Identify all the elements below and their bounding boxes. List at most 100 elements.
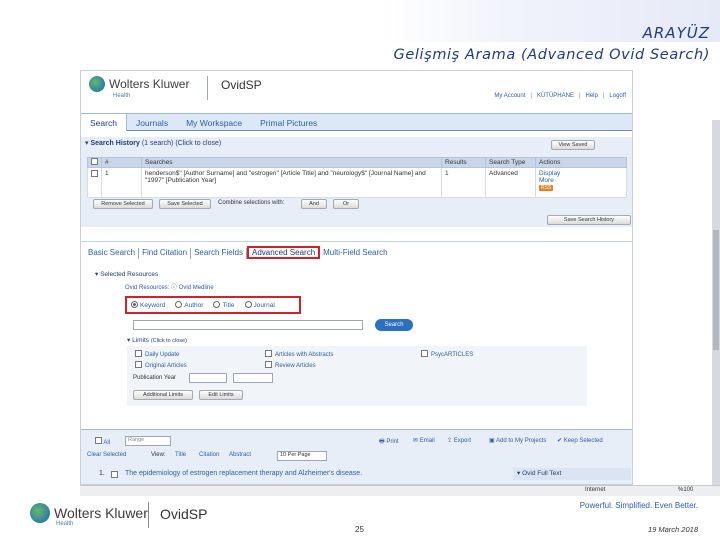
view-saved-button[interactable]: View Saved [551, 140, 595, 150]
tagline: Powerful. Simplified. Even Better. [579, 501, 698, 510]
radio-icon [175, 301, 183, 308]
and-button[interactable]: And [301, 199, 327, 209]
history-toggle[interactable]: (Click to close) [175, 140, 221, 147]
checkbox [95, 437, 102, 444]
ovid-screenshot: Wolters Kluwer Health OvidSP My Account |… [80, 70, 633, 485]
tab-basic-search[interactable]: Basic Search [85, 248, 140, 259]
checkbox [265, 350, 272, 357]
main-tabs: Search Journals My Workspace Primal Pict… [81, 113, 632, 131]
select-all-results[interactable]: All [95, 437, 110, 446]
zoom-label[interactable]: %100 [678, 487, 693, 493]
limit-psycarticles[interactable]: PsycARTICLES [421, 350, 473, 358]
limit-abstracts[interactable]: Articles with Abstracts [265, 350, 333, 358]
search-button[interactable]: Search [375, 319, 413, 331]
projects-icon: ▣ [489, 438, 495, 444]
pub-year-to-select[interactable] [233, 373, 273, 383]
export-button[interactable]: ⇪ Export [447, 437, 471, 444]
checkbox [135, 361, 142, 368]
per-page-select[interactable]: 10 Per Page [277, 451, 327, 461]
link-my-account[interactable]: My Account [494, 93, 525, 99]
save-history-button[interactable]: Save Search History [547, 215, 631, 225]
additional-limits-button[interactable]: Additional Limits [133, 390, 193, 400]
resources-label: Ovid Resources: [125, 285, 170, 291]
option-author[interactable]: Author [175, 301, 203, 309]
selected-resources-heading[interactable]: ▾ Selected Resources [95, 270, 158, 278]
row-checkbox[interactable] [91, 170, 98, 177]
tab-my-workspace[interactable]: My Workspace [177, 114, 251, 131]
query-input[interactable] [133, 320, 363, 330]
top-links: My Account | KÜTÜPHANE | Help | Logoff [494, 93, 626, 99]
scrollbar[interactable] [712, 120, 720, 500]
or-button[interactable]: Or [333, 199, 359, 209]
tab-journals[interactable]: Journals [127, 114, 177, 131]
search-history-panel: ▾ Search History (1 search) (Click to cl… [81, 137, 632, 227]
radio-icon [213, 301, 221, 308]
tab-search-fields[interactable]: Search Fields [191, 248, 247, 259]
database-name[interactable]: Ovid Medline [179, 285, 214, 291]
globe-icon [30, 503, 50, 523]
brand-logo[interactable]: Wolters Kluwer [89, 76, 189, 92]
limits-heading[interactable]: ▾ Limits (Click to close) [127, 336, 187, 344]
full-text-link[interactable]: ▾ Ovid Full Text [513, 468, 631, 480]
view-citation[interactable]: Citation [199, 452, 219, 458]
row-type: Advanced [485, 167, 536, 198]
keep-selected-button[interactable]: ✔ Keep Selected [557, 437, 603, 444]
result-title[interactable]: The epidemiology of estrogen replacement… [125, 470, 362, 477]
checkbox [265, 361, 272, 368]
tab-advanced-search[interactable]: Advanced Search [246, 246, 321, 259]
result-checkbox[interactable] [111, 471, 118, 478]
edit-limits-button[interactable]: Edit Limits [199, 390, 243, 400]
limits-box: Daily Update Articles with Abstracts Psy… [127, 346, 587, 406]
tab-find-citation[interactable]: Find Citation [139, 248, 192, 259]
email-button[interactable]: ✉ Email [413, 437, 435, 444]
limit-review[interactable]: Review Articles [265, 361, 316, 369]
link-help[interactable]: Help [586, 93, 598, 99]
option-keyword[interactable]: Keyword [131, 301, 165, 309]
keep-icon: ✔ [557, 438, 563, 444]
range-input[interactable]: Range [125, 436, 171, 446]
view-abstract[interactable]: Abstract [229, 452, 251, 458]
row-actions: Display More RSS [535, 167, 627, 198]
ovid-resources: Ovid Resources: ⓘ Ovid Medline [125, 282, 214, 291]
email-icon: ✉ [413, 438, 419, 444]
link-logoff[interactable]: Logoff [609, 93, 626, 99]
page-number: 25 [355, 525, 364, 534]
ovid-header: Wolters Kluwer Health OvidSP My Account |… [81, 71, 632, 105]
table-row: 1 henderson$" [Author Surname] and "estr… [87, 167, 627, 198]
zone-label: Internet [585, 487, 606, 493]
row-results: 1 [441, 167, 486, 198]
link-library[interactable]: KÜTÜPHANE [537, 93, 574, 99]
add-to-projects-button[interactable]: ▣ Add to My Projects [489, 437, 546, 444]
print-button[interactable]: 🖶 Print [379, 437, 399, 447]
col-results: Results [441, 157, 486, 168]
save-selected-button[interactable]: Save Selected [159, 199, 211, 209]
view-label: View: [151, 452, 166, 458]
pub-year-from-select[interactable] [189, 373, 227, 383]
print-icon: 🖶 [379, 439, 385, 445]
search-type-options: Keyword Author Title Journal [125, 296, 301, 314]
more-link[interactable]: More [539, 177, 554, 184]
history-count: (1 search) [141, 140, 174, 147]
result-number: 1. [99, 470, 105, 477]
limit-daily-update[interactable]: Daily Update [135, 350, 179, 358]
radio-icon [244, 301, 252, 308]
select-all-checkbox[interactable] [91, 158, 98, 165]
display-link[interactable]: Display [539, 170, 560, 177]
option-journal[interactable]: Journal [244, 301, 275, 309]
tab-primal-pictures[interactable]: Primal Pictures [251, 114, 326, 131]
browser-status-bar: Internet %100 [80, 485, 720, 496]
option-title[interactable]: Title [213, 301, 235, 309]
clear-selected-link[interactable]: Clear Selected [87, 452, 126, 458]
limit-original[interactable]: Original Articles [135, 361, 187, 369]
rss-icon[interactable]: RSS [539, 185, 554, 191]
footer-product: OvidSP [160, 506, 208, 522]
remove-selected-button[interactable]: Remove Selected [93, 199, 153, 209]
checkbox [135, 350, 142, 357]
view-title[interactable]: Title [175, 452, 186, 458]
results-panel: All Range 🖶 Print ✉ Email ⇪ Export ▣ Add… [81, 429, 632, 484]
footer-divider [148, 502, 149, 528]
tab-multi-field-search[interactable]: Multi-Field Search [320, 248, 390, 259]
results-toolbar: All Range 🖶 Print ✉ Email ⇪ Export ▣ Add… [81, 434, 632, 448]
tab-search[interactable]: Search [81, 114, 127, 131]
checkbox [421, 350, 428, 357]
